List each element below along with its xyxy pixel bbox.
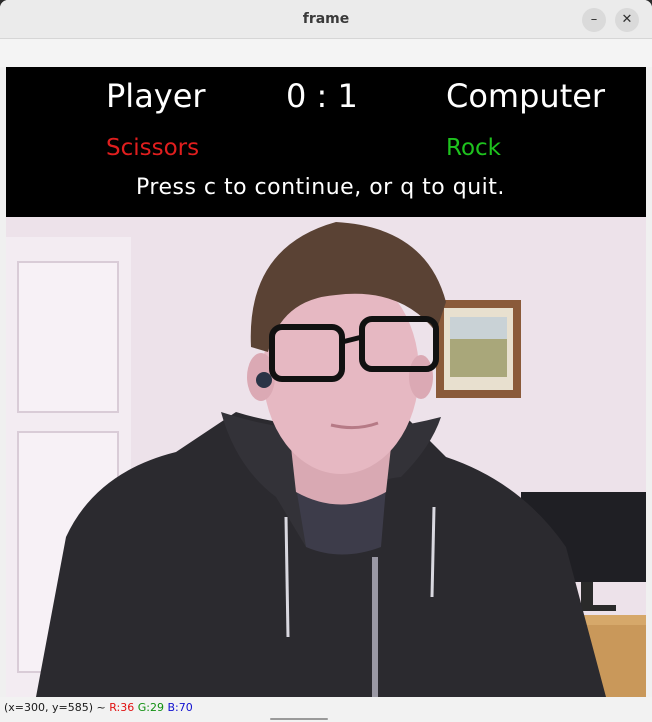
close-button[interactable]: ✕ <box>615 8 639 32</box>
game-hud: Player 0 : 1 Computer Scissors Rock Pres… <box>6 67 646 217</box>
player-move: Scissors <box>106 135 200 161</box>
window-title: frame <box>302 11 350 27</box>
minimize-button[interactable]: – <box>582 8 606 32</box>
pixel-green-value: G:29 <box>137 701 164 714</box>
scroll-handle[interactable] <box>270 718 328 720</box>
pixel-red-value: R:36 <box>109 701 135 714</box>
computer-label: Computer <box>446 77 606 115</box>
cursor-coords: (x=300, y=585) ~ <box>4 701 106 714</box>
video-frame[interactable]: Player 0 : 1 Computer Scissors Rock Pres… <box>6 67 646 697</box>
app-window: frame – ✕ Player 0 : 1 Computer Scissors… <box>0 0 652 722</box>
toolbar <box>0 39 652 67</box>
score-display: 0 : 1 <box>286 77 358 115</box>
player-label: Player <box>106 77 206 115</box>
title-bar[interactable]: frame – ✕ <box>0 0 652 39</box>
computer-move: Rock <box>446 135 501 161</box>
pixel-blue-value: B:70 <box>167 701 193 714</box>
webcam-feed <box>6 217 646 697</box>
instructions-text: Press c to continue, or q to quit. <box>136 175 505 200</box>
webcam-image <box>6 217 646 697</box>
